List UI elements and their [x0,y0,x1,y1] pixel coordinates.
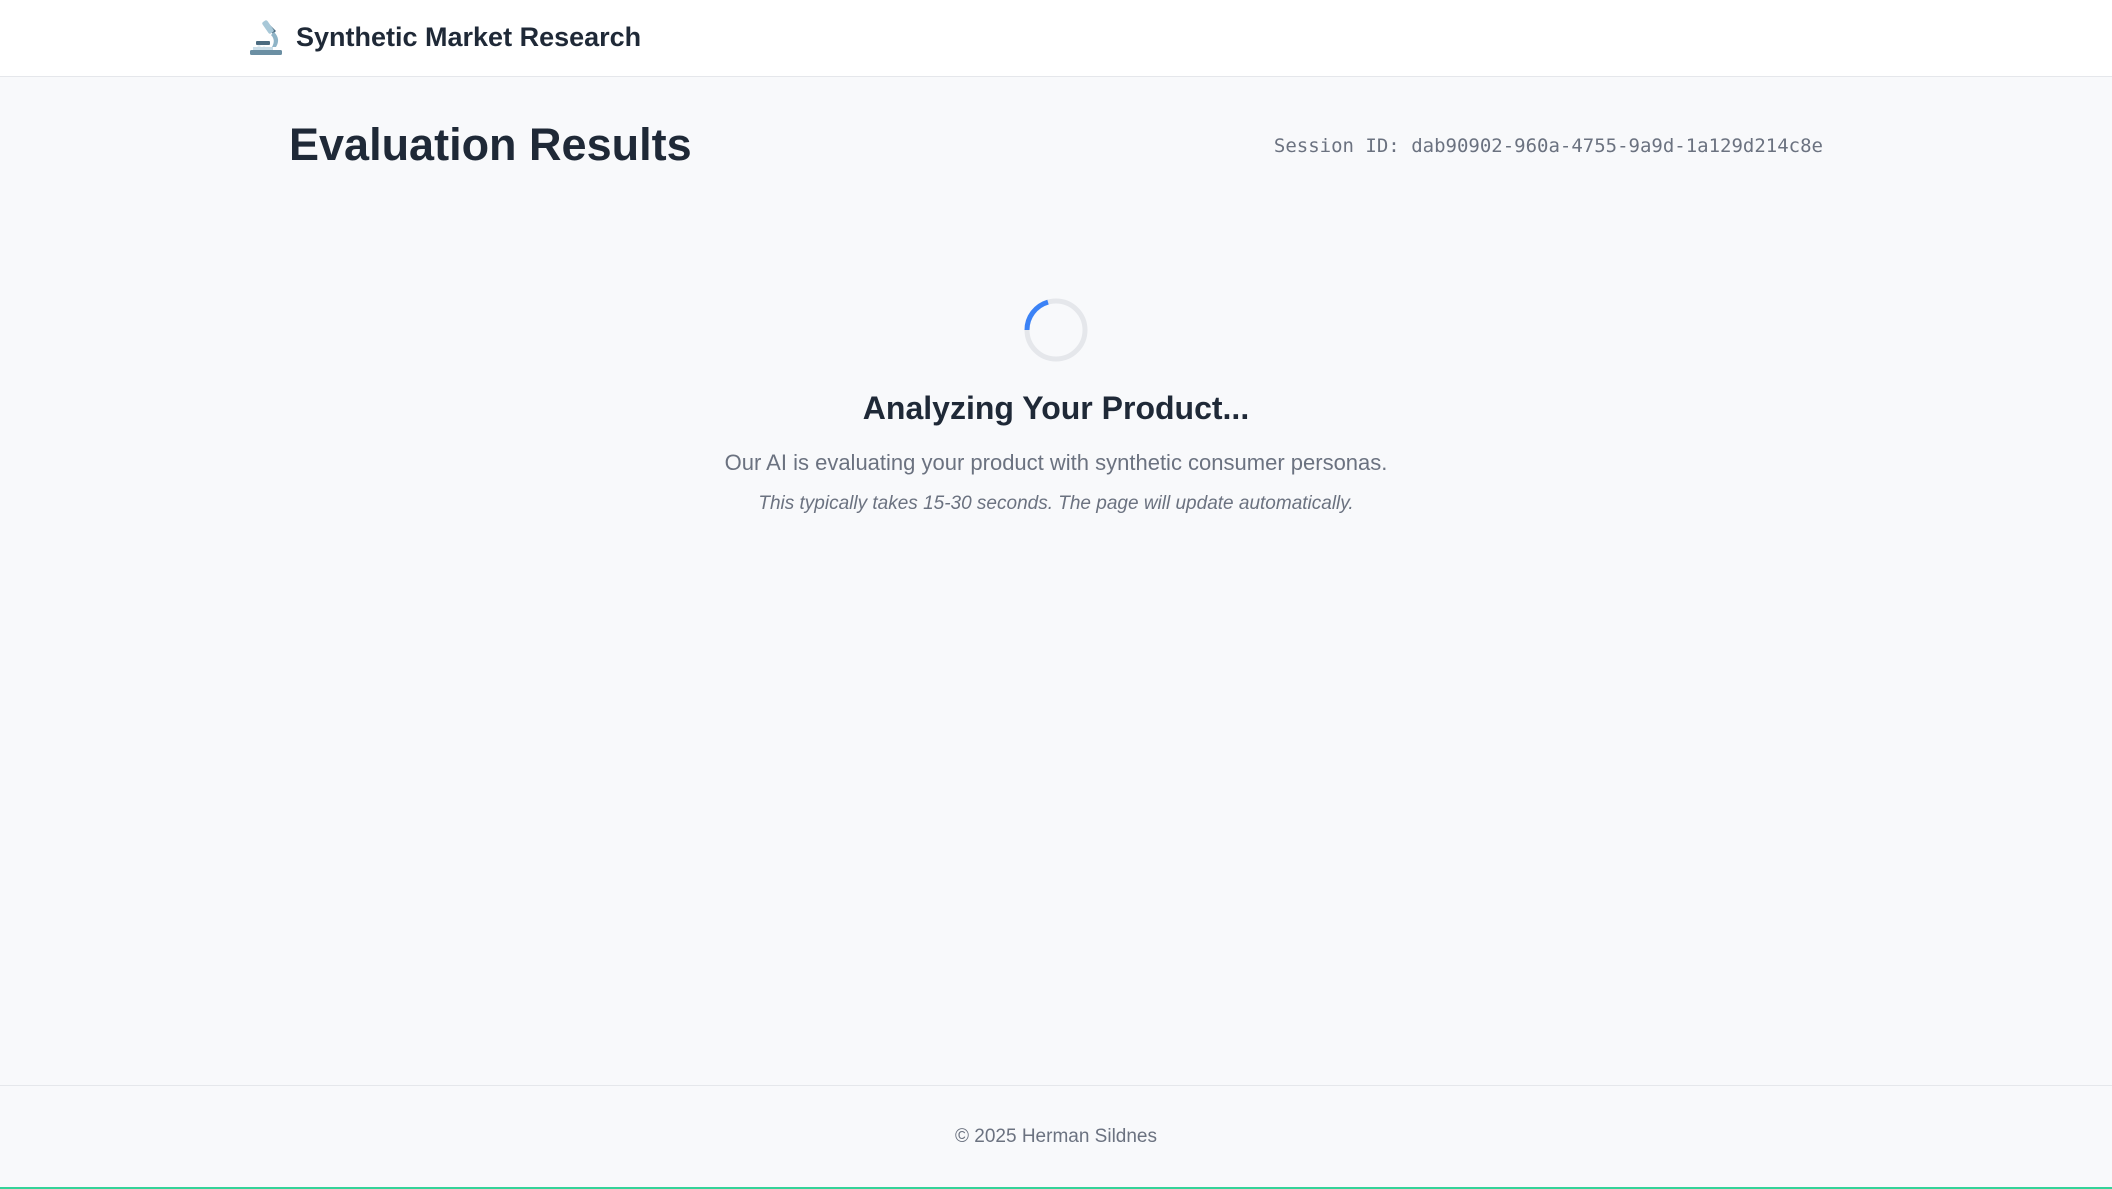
footer-copyright: © 2025 Herman Sildnes [955,1126,1157,1147]
loading-message: Our AI is evaluating your product with s… [724,450,1388,475]
loading-title: Analyzing Your Product... [862,390,1250,426]
session-id: Session ID: dab90902-960a-4755-9a9d-1a12… [1273,135,1823,157]
brand-home-link[interactable]: Synthetic Market Research [248,17,641,57]
loading-spinner-icon [1024,298,1088,362]
microscope-icon [250,20,282,55]
top-navbar: Synthetic Market Research [0,0,2112,77]
page-title: Evaluation Results [289,119,692,170]
footer: © 2025 Herman Sildnes [0,1085,2112,1189]
app-name: Synthetic Market Research [296,22,642,52]
loading-note: This typically takes 15-30 seconds. The … [758,493,1354,514]
loading-panel: Analyzing Your Product... Our AI is eval… [0,298,2112,514]
